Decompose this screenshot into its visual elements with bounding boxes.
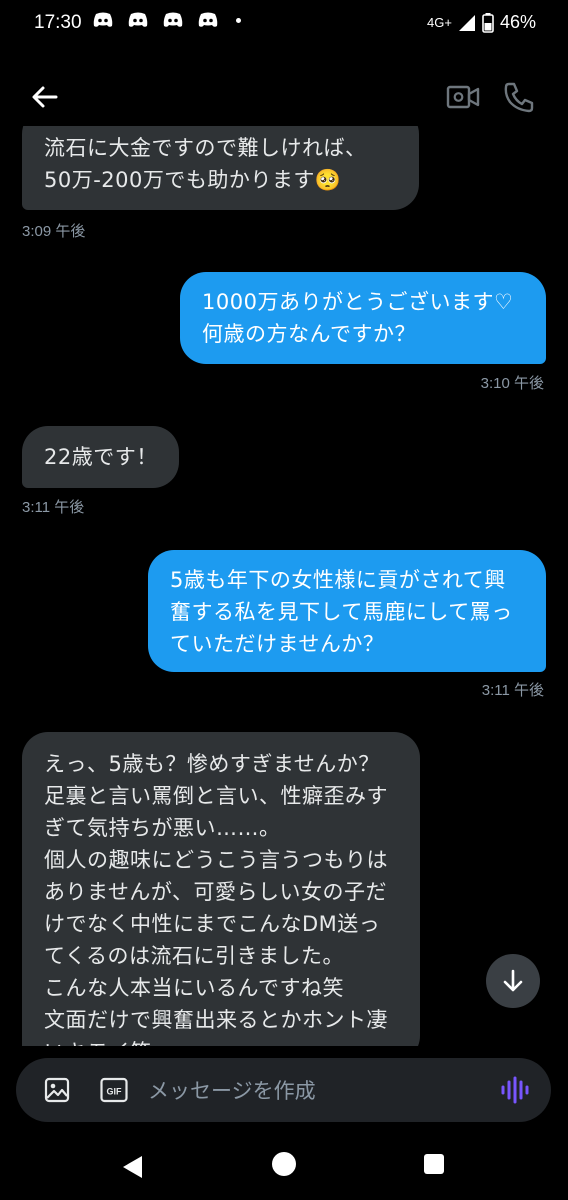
received-message[interactable]: 流石に大金ですので難しければ、 50万-200万でも助かります🥺 (22, 126, 419, 210)
nav-recents-button[interactable] (424, 1154, 444, 1174)
message-line: 何歳の方なんですか？ (202, 322, 416, 346)
battery-icon (482, 12, 494, 33)
message-line: ていただけませんか？ (170, 632, 385, 656)
triangle-back-icon (123, 1156, 142, 1178)
message-timestamp: 3:11 午後 (481, 682, 544, 699)
message-line: 50万-200万でも助かります🥺 (44, 168, 342, 192)
discord-icon (163, 12, 183, 27)
phone-call-icon (504, 82, 534, 113)
sent-message[interactable]: 5歳も年下の女性様に貢がされて興 奮する私を見下して馬鹿にして罵っ ていただけま… (148, 550, 546, 672)
battery-level: 46% (499, 12, 536, 32)
message-line: 足裏と言い罵倒と言い、性癖歪みす (44, 784, 388, 808)
nav-back-button[interactable] (120, 1154, 146, 1180)
message-line: 文面だけで興奮出来るとかホント凄 (44, 1008, 388, 1032)
message-line: てくるのは流石に引きました。 (44, 944, 344, 968)
video-call-icon (446, 85, 480, 109)
gif-icon: GIF (100, 1077, 128, 1103)
message-timestamp: 3:11 午後 (22, 499, 85, 516)
message-line: こんな人本当にいるんですね笑 (44, 976, 344, 1000)
notification-icons (92, 12, 241, 28)
scroll-to-bottom-button[interactable] (486, 954, 540, 1008)
voice-message-button[interactable] (500, 1076, 530, 1104)
back-button[interactable] (28, 80, 62, 114)
message-composer: GIF (16, 1058, 551, 1124)
discord-icon (93, 12, 113, 27)
sent-message[interactable]: 1000万ありがとうございます♡ 何歳の方なんですか？ (180, 272, 546, 364)
network-type: 4G+ (427, 15, 452, 30)
message-line: 5歳も年下の女性様に貢がされて興 (170, 568, 506, 592)
signal-icon (458, 14, 475, 31)
back-arrow-icon (32, 86, 58, 108)
status-bar: 17:30 4G+ 46% (0, 0, 568, 46)
received-message[interactable]: えっ、5歳も？惨めすぎませんか？ 足裏と言い罵倒と言い、性癖歪みす ぎて気持ちが… (22, 732, 420, 1046)
message-line: 奮する私を見下して馬鹿にして罵っ (170, 600, 513, 624)
message-input[interactable] (146, 1058, 490, 1124)
message-line: けでなく中性にまでこんなDM送っ (44, 912, 381, 936)
message-line: いキモイ笑 (44, 1036, 398, 1046)
video-call-button[interactable] (446, 82, 480, 112)
add-gif-button[interactable]: GIF (100, 1077, 128, 1103)
voice-wave-icon (501, 1076, 529, 1104)
conversation-header (0, 70, 568, 126)
message-list[interactable]: 流石に大金ですので難しければ、 50万-200万でも助かります🥺 3:09 午後… (0, 126, 568, 1046)
more-notifications-dot (236, 17, 241, 23)
system-navigation-bar (0, 1136, 568, 1200)
image-icon (44, 1077, 70, 1103)
message-line: ありませんが、可愛らしい女の子だ (44, 880, 387, 904)
message-line: えっ、5歳も？惨めすぎませんか？ (44, 752, 380, 776)
arrow-down-icon (503, 969, 523, 992)
message-timestamp: 3:10 午後 (480, 375, 544, 392)
message-line: 22歳です！ (44, 445, 158, 469)
message-line: 1000万ありがとうございます♡ (202, 290, 514, 314)
status-right: 4G+ 46% (427, 12, 536, 33)
received-message[interactable]: 22歳です！ (22, 426, 179, 488)
discord-icon (128, 12, 148, 27)
phone-call-button[interactable] (502, 80, 536, 114)
message-timestamp: 3:09 午後 (22, 223, 86, 240)
message-line: ぎて気持ちが悪い……。 (44, 816, 281, 840)
gif-label: GIF (107, 1087, 123, 1097)
message-line: 個人の趣味にどうこう言うつもりは (44, 848, 388, 872)
add-photo-button[interactable] (44, 1077, 70, 1103)
nav-home-button[interactable] (272, 1152, 296, 1176)
status-time: 17:30 (34, 12, 82, 33)
message-line: 流石に大金ですので難しければ、 (44, 136, 367, 160)
discord-icon (198, 12, 218, 27)
